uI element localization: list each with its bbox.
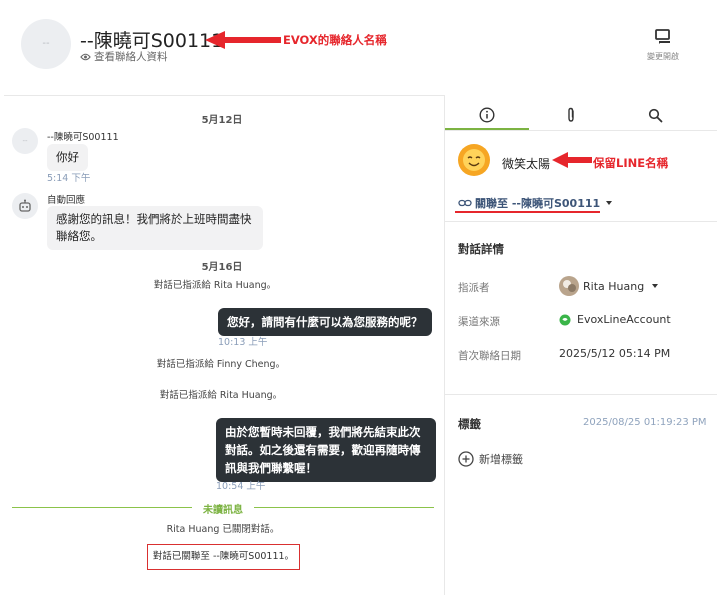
robot-icon <box>19 199 31 212</box>
tab-info[interactable] <box>446 100 528 130</box>
incoming-message: 感謝您的訊息！我們將於上班時間盡快聯絡您。 <box>47 206 263 250</box>
sun-avatar-icon <box>458 144 490 176</box>
linked-notice: 對話已關聯至 --陳曉可S00111。 <box>147 544 300 570</box>
channel-name: EvoxLineAccount <box>577 313 671 326</box>
date-divider: 5月16日 <box>201 262 243 273</box>
pane-divider <box>444 95 445 595</box>
switch-button[interactable]: 變更開啟 <box>641 28 685 62</box>
channel-label: 渠道來源 <box>458 316 500 328</box>
tags-label: 標籤 <box>458 417 481 431</box>
plus-circle-icon <box>458 451 474 467</box>
unread-divider: 未讀訊息 <box>203 505 243 516</box>
tabs-divider <box>445 130 717 131</box>
tags-timestamp: 2025/08/25 01:19:23 PM <box>583 417 707 428</box>
bot-avatar <box>12 193 38 219</box>
incoming-message: 你好 <box>47 144 88 171</box>
outgoing-message: 您好，請問有什麼可以為您服務的呢？ <box>218 308 432 336</box>
info-icon <box>479 107 495 123</box>
tab-attachments[interactable] <box>530 100 612 130</box>
annotation-label: 保留LINE名稱 <box>593 156 669 170</box>
system-message: 對話已指派給 Rita Huang。 <box>159 390 283 401</box>
system-message: 對話已指派給 Rita Huang。 <box>153 280 277 291</box>
annotation-underline <box>455 211 600 213</box>
contact-avatar[interactable]: -- <box>21 19 71 69</box>
eye-icon <box>80 53 91 60</box>
first-contact-label: 首次聯絡日期 <box>458 350 521 362</box>
message-time: 10:13 上午 <box>218 337 268 348</box>
outgoing-message: 由於您暫時未回覆，我們將先結束此次對話。如之後還有需要，歡迎再隨時傳訊與我們聯繫… <box>216 418 436 482</box>
annotation-arrow <box>205 31 281 49</box>
message-time: 5:14 下午 <box>47 173 91 184</box>
view-profile-link[interactable]: 查看聯絡人資料 <box>80 49 168 64</box>
chat-switch-icon <box>655 29 670 44</box>
link-contact-dropdown[interactable]: 關聯至 --陳曉可S00111 <box>458 195 614 211</box>
assignee-dropdown[interactable]: Rita Huang <box>559 276 660 296</box>
avatar <box>559 276 579 296</box>
link-icon <box>458 199 472 207</box>
assignee-label: 指派者 <box>458 282 490 294</box>
add-tag-button[interactable]: 新增標籤 <box>458 451 523 467</box>
message-time: 10:54 上午 <box>216 481 266 492</box>
line-app-icon <box>559 314 571 325</box>
first-contact-value: 2025/5/12 05:14 PM <box>559 347 671 360</box>
caret-down-icon <box>652 284 659 288</box>
add-tag-label: 新增標籤 <box>479 453 523 466</box>
avatar: -- <box>12 128 38 154</box>
message-sender: --陳曉可S00111 <box>47 132 119 143</box>
switch-label: 變更開啟 <box>647 52 679 61</box>
assignee-name: Rita Huang <box>583 279 645 293</box>
channel-value: EvoxLineAccount <box>559 313 671 326</box>
panel-divider <box>445 221 717 222</box>
header-divider <box>4 95 444 96</box>
message-sender: 自動回應 <box>47 195 86 206</box>
view-profile-label: 查看聯絡人資料 <box>94 51 168 63</box>
panel-divider <box>445 394 717 395</box>
annotation-label: EVOX的聯絡人名稱 <box>283 33 387 47</box>
details-title: 對話詳情 <box>458 242 504 256</box>
link-label: 關聯至 --陳曉可S00111 <box>475 197 601 210</box>
system-message: 對話已指派給 Finny Cheng。 <box>156 359 286 370</box>
date-divider: 5月12日 <box>201 115 243 126</box>
unread-divider-line <box>12 507 192 508</box>
line-display-name: 微笑太陽 <box>502 157 551 171</box>
annotation-arrow <box>552 152 592 168</box>
caret-down-icon <box>606 201 613 205</box>
paperclip-icon <box>568 107 574 122</box>
unread-divider-line <box>254 507 434 508</box>
search-icon <box>648 108 662 122</box>
tab-search[interactable] <box>614 100 696 130</box>
system-message: Rita Huang 已關閉對話。 <box>166 524 280 535</box>
